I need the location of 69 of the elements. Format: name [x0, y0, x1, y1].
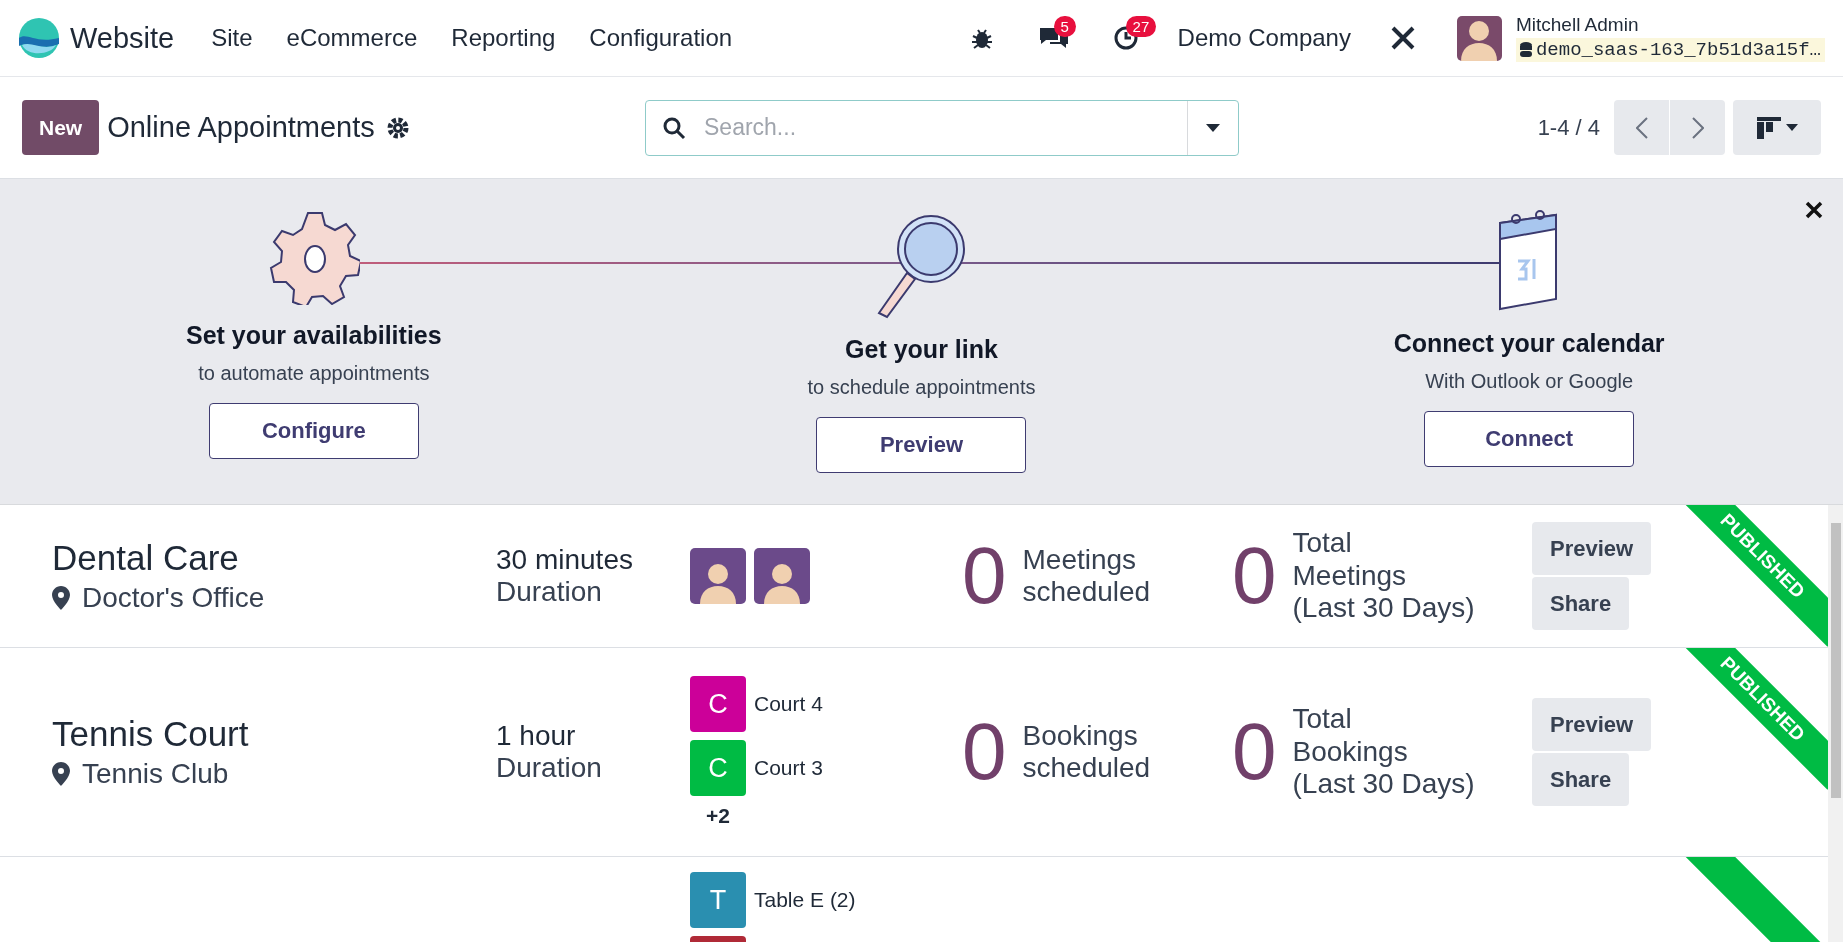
close-button[interactable] [1805, 201, 1823, 219]
scheduled-count: 0 [962, 536, 1007, 616]
step-title: Set your availabilities [186, 321, 442, 350]
new-button[interactable]: New [22, 100, 100, 155]
total-label: Total Meetings (Last 30 Days) [1292, 527, 1475, 625]
resource-avatar: C [690, 676, 746, 732]
resource-avatar: C [690, 740, 746, 796]
bug-icon[interactable] [970, 27, 993, 49]
appointment-name: Tennis Court [52, 714, 250, 754]
menu-item[interactable]: eCommerce [269, 24, 435, 52]
duration-label: Duration [496, 752, 603, 784]
notification-badge: 5 [1053, 16, 1076, 37]
resource-avatar: T [690, 872, 746, 928]
pager-value[interactable]: 1-4 / 4 [1537, 114, 1600, 141]
app-logo-icon[interactable] [18, 17, 60, 59]
duration-value: 1 hour [496, 720, 577, 752]
total-count: 0 [1232, 712, 1277, 792]
card-button[interactable]: Preview [1532, 698, 1652, 751]
chevron-right-icon [1691, 116, 1704, 139]
search-icon [662, 115, 686, 140]
duration-value: 30 minutes [496, 544, 634, 576]
resource-name: Table E (2) [754, 888, 856, 912]
more-resources-count[interactable]: +2 [690, 804, 746, 828]
map-pin-icon [52, 586, 70, 610]
card-button[interactable]: Share [1532, 753, 1630, 806]
total-label: Total Bookings (Last 30 Days) [1292, 703, 1475, 801]
caret-icon [1785, 124, 1798, 131]
menu-item[interactable]: Configuration [572, 24, 750, 52]
duration-label: Duration [496, 576, 603, 608]
view-switch-button[interactable] [1733, 100, 1821, 155]
total-count: 0 [1232, 536, 1277, 616]
step-subtitle: to schedule appointments [807, 376, 1036, 399]
appointment-location: Doctor's Office [52, 582, 496, 614]
user-name: Mitchell Admin [1515, 14, 1640, 36]
search-field[interactable]: Search... [645, 99, 1239, 156]
caret-icon[interactable] [1206, 123, 1220, 132]
step-subtitle: With Outlook or Google [1425, 370, 1634, 393]
database-tag: demo_saas-163_7b51d3a15f… [1515, 38, 1825, 62]
gear-icon [267, 209, 360, 305]
appointment-card[interactable]: T Table E (2) [0, 857, 1828, 942]
user-avatar[interactable] [1456, 15, 1502, 61]
search-input[interactable]: Search... [702, 113, 1187, 142]
step-button[interactable]: Connect [1424, 411, 1635, 467]
database-icon [1519, 42, 1532, 58]
card-button[interactable]: Preview [1532, 522, 1652, 575]
step-button[interactable]: Configure [208, 403, 419, 459]
chevron-left-icon [1635, 116, 1648, 139]
step-title: Connect your calendar [1393, 329, 1665, 358]
settings-icon[interactable] [386, 116, 409, 139]
app-name[interactable]: Website [70, 21, 175, 55]
page-title: Online Appointments [107, 111, 375, 144]
card-button[interactable]: Share [1532, 577, 1630, 630]
resource-name: Court 3 [754, 756, 823, 780]
notification-badge: 27 [1125, 16, 1157, 37]
appointment-location: Tennis Club [52, 758, 496, 790]
map-pin-icon [52, 762, 70, 786]
resource-name: Court 4 [754, 692, 823, 716]
step-title: Get your link [845, 335, 998, 364]
menu-item[interactable]: Reporting [434, 24, 573, 52]
scheduled-label: Bookings scheduled [1022, 719, 1151, 785]
company-name[interactable]: Demo Company [1177, 24, 1351, 52]
scrollbar-thumb[interactable] [1830, 523, 1841, 798]
appointment-name: Dental Care [52, 538, 240, 578]
step-subtitle: to automate appointments [198, 362, 430, 385]
step-button[interactable]: Preview [816, 417, 1027, 473]
menu-item[interactable]: Site [194, 24, 270, 52]
kanban-icon [1756, 116, 1781, 139]
scheduled-count: 0 [962, 712, 1007, 792]
scheduled-label: Meetings scheduled [1022, 543, 1151, 609]
